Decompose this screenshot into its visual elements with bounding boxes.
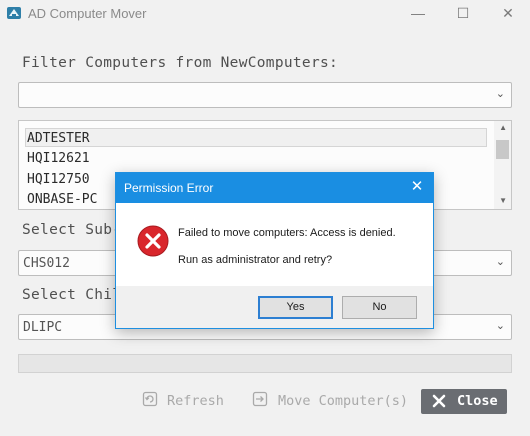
error-icon	[137, 225, 169, 257]
refresh-label: Refresh	[167, 393, 224, 409]
refresh-icon	[142, 391, 158, 407]
dialog-message: Failed to move computers: Access is deni…	[178, 227, 396, 239]
title-bar: AD Computer Mover — ☐ ✕	[0, 0, 530, 27]
chevron-down-icon: ⌄	[495, 320, 505, 332]
window-close-button[interactable]: ✕	[485, 0, 530, 27]
dialog-close-button[interactable]: ✕	[407, 177, 427, 197]
progress-bar	[18, 354, 512, 373]
chevron-down-icon: ⌄	[495, 88, 505, 100]
dialog-footer: Yes No	[116, 286, 433, 328]
child-ou-label: Select Chil	[22, 287, 122, 303]
close-label: Close	[457, 393, 498, 409]
list-item[interactable]: ONBASE-PC	[27, 192, 97, 207]
filter-label: Filter Computers from NewComputers:	[22, 55, 339, 71]
yes-button[interactable]: Yes	[258, 296, 333, 319]
scroll-up-icon[interactable]: ▲	[499, 123, 507, 132]
minimize-button[interactable]: —	[395, 0, 441, 27]
move-icon	[252, 391, 268, 407]
sub-ou-value: CHS012	[23, 256, 70, 271]
list-item[interactable]: ADTESTER	[27, 131, 90, 146]
dialog-title-bar: Permission Error ✕	[116, 173, 433, 203]
chevron-down-icon: ⌄	[495, 256, 505, 268]
dialog-body: Failed to move computers: Access is deni…	[116, 203, 433, 286]
list-item[interactable]: HQI12750	[27, 172, 90, 187]
no-button[interactable]: No	[342, 296, 417, 319]
sub-ou-label: Select Sub-	[22, 222, 122, 238]
move-computers-label: Move Computer(s)	[278, 393, 409, 409]
child-ou-value: DLIPC	[23, 320, 63, 335]
dialog-title: Permission Error	[124, 181, 214, 195]
dialog-question: Run as administrator and retry?	[178, 254, 333, 266]
list-scrollbar[interactable]: ▲ ▼	[494, 121, 511, 209]
maximize-button[interactable]: ☐	[440, 0, 486, 27]
close-x-icon	[431, 393, 447, 409]
scrollbar-thumb[interactable]	[496, 140, 509, 159]
app-icon	[6, 5, 22, 21]
move-computers-button[interactable]: Move Computer(s)	[244, 389, 412, 414]
scroll-down-icon[interactable]: ▼	[499, 196, 507, 205]
filter-combobox[interactable]: ⌄	[18, 82, 512, 108]
permission-error-dialog: Permission Error ✕ Failed to move comput…	[115, 172, 434, 329]
close-button[interactable]: Close	[421, 389, 507, 414]
list-item[interactable]: HQI12621	[27, 151, 90, 166]
refresh-button[interactable]: Refresh	[134, 389, 230, 414]
window-title: AD Computer Mover	[28, 6, 147, 21]
selected-row-highlight	[25, 128, 487, 147]
